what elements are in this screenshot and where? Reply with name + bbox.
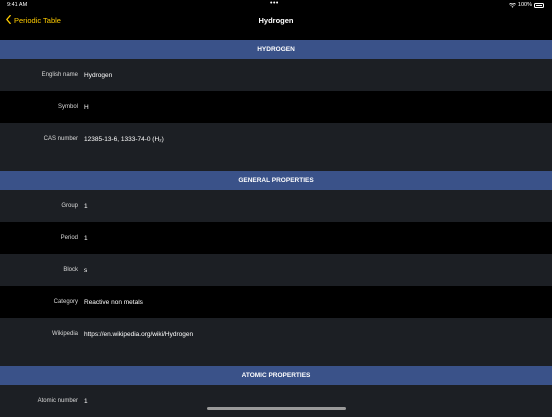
row-atomic-number[interactable]: Atomic number 1 [0,385,552,417]
element-detail-list[interactable]: HYDROGEN English name Hydrogen Symbol H … [0,40,552,417]
status-right: 100% [509,2,544,8]
row-block[interactable]: Block s [0,254,552,286]
section-spacer [0,350,552,366]
status-time: 9:41 AM [7,2,28,8]
row-value: 1 [84,397,88,405]
row-label: Wikipedia [51,331,78,337]
row-label: Block [63,267,78,273]
section-header-atomic-properties: ATOMIC PROPERTIES [0,366,552,385]
battery-percent: 100% [517,2,532,8]
row-label: Period [60,235,78,241]
row-wikipedia[interactable]: Wikipedia https://en.wikipedia.org/wiki/… [0,318,552,350]
navigation-bar: Periodic Table Hydrogen [0,10,552,37]
page-title: Hydrogen [258,16,294,25]
row-value: 12385-13-6, 1333-74-0 (H₂) [84,135,164,143]
section-header-hydrogen: HYDROGEN [0,40,552,59]
row-label: Group [61,203,78,209]
row-period[interactable]: Period 1 [0,222,552,254]
row-group[interactable]: Group 1 [0,190,552,222]
wikipedia-link[interactable]: https://en.wikipedia.org/wiki/Hydrogen [84,331,193,338]
row-value: 1 [84,234,88,242]
multitasking-dots[interactable]: ••• [270,0,279,7]
section-spacer [0,155,552,171]
home-indicator[interactable] [207,407,346,410]
row-value: Hydrogen [84,71,113,79]
section-header-general-properties: GENERAL PROPERTIES [0,171,552,190]
wifi-icon [509,2,516,8]
row-value: s [84,266,88,274]
row-value: Reactive non metals [84,298,143,306]
row-cas-number[interactable]: CAS number 12385-13-6, 1333-74-0 (H₂) [0,123,552,155]
row-category[interactable]: Category Reactive non metals [0,286,552,318]
status-bar: 9:41 AM ••• 100% [0,0,552,10]
row-value: H [84,103,89,111]
row-label: Symbol [57,104,78,110]
battery-icon [534,2,544,8]
row-label: English name [41,72,78,78]
row-english-name[interactable]: English name Hydrogen [0,59,552,91]
row-label: CAS number [43,136,78,142]
row-label: Atomic number [37,398,78,404]
row-label: Category [53,299,78,305]
row-symbol[interactable]: Symbol H [0,91,552,123]
row-value: 1 [84,202,88,210]
